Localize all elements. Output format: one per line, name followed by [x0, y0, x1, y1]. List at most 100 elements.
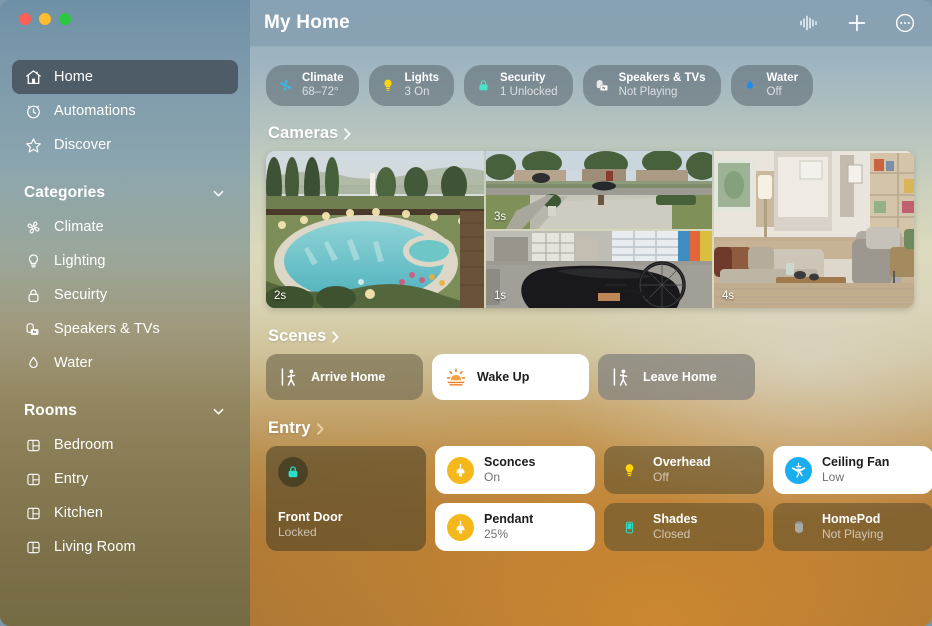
camera-tile-pool[interactable]: 2s	[266, 151, 484, 309]
zoom-window-button[interactable]	[59, 13, 71, 25]
sidebar-section-rooms-header[interactable]: Rooms	[12, 396, 238, 426]
sidebar-item-label: Secuirty	[54, 287, 108, 303]
sidebar-item-label: Lighting	[54, 253, 106, 269]
sidebar: Home Automations Discover Categories Cli…	[0, 0, 250, 626]
chevron-down-icon[interactable]	[212, 405, 225, 418]
scene-wake-up[interactable]: Wake Up	[432, 354, 589, 401]
sidebar-item-speakers-tvs[interactable]: tv Speakers & TVs	[12, 312, 238, 346]
sidebar-item-home[interactable]: Home	[12, 60, 238, 94]
camera-tile-driveway[interactable]: 3s	[486, 151, 712, 229]
sidebar-item-water[interactable]: Water	[12, 346, 238, 380]
room-icon	[24, 436, 43, 455]
accessory-name: Overhead	[653, 455, 711, 470]
status-pill-name: Security	[500, 72, 546, 84]
lock-icon	[475, 77, 492, 94]
home-dashboard: Climate 68–72° Lights 3 On Security 1 Un…	[250, 47, 932, 552]
cameras-grid: 2s 3s 1s 4s	[266, 151, 914, 309]
sidebar-item-label: Home	[54, 69, 94, 85]
status-pill-lights[interactable]: Lights 3 On	[368, 65, 455, 107]
sidebar-item-climate[interactable]: Climate	[12, 210, 238, 244]
accessory-homepod[interactable]: HomePod Not Playing	[773, 503, 932, 552]
home-app-window: Home Automations Discover Categories Cli…	[0, 0, 932, 626]
room-icon	[24, 470, 43, 489]
person-arrive-icon	[280, 366, 300, 388]
accessory-overhead[interactable]: Overhead Off	[604, 446, 764, 495]
accessory-shades[interactable]: Shades Closed	[604, 503, 764, 552]
fan-icon	[277, 77, 294, 94]
section-title: Scenes	[268, 327, 327, 346]
sidebar-navigation: Home Automations Discover Categories Cli…	[0, 36, 250, 564]
status-pill-speakers-tvs[interactable]: tv Speakers & TVs Not Playing	[582, 65, 721, 107]
sunrise-icon	[446, 366, 466, 388]
accessory-sconces[interactable]: Sconces On	[435, 446, 595, 495]
scenes-section-header[interactable]: Scenes	[268, 327, 914, 346]
sidebar-item-discover[interactable]: Discover	[12, 128, 238, 162]
sidebar-item-label: Climate	[54, 219, 104, 235]
star-icon	[24, 136, 43, 155]
pendant-lamp-icon	[447, 513, 474, 541]
accessory-ceiling-fan[interactable]: Ceiling Fan Low	[773, 446, 932, 495]
accessory-state: Low	[822, 470, 845, 485]
status-pill-state: 3 On	[404, 85, 430, 98]
status-pill-state: Off	[766, 85, 782, 98]
ceiling-fan-icon	[785, 456, 812, 484]
scene-label: Leave Home	[643, 370, 717, 385]
titlebar-actions	[798, 12, 916, 34]
accessory-state: Locked	[278, 524, 317, 539]
chevron-down-icon[interactable]	[212, 187, 225, 200]
camera-timestamp: 3s	[494, 210, 507, 223]
clock-icon	[24, 102, 43, 121]
accessory-pendant[interactable]: Pendant 25%	[435, 503, 595, 552]
accessory-name: HomePod	[822, 512, 881, 527]
accessory-state: 25%	[484, 527, 509, 542]
entry-section-header[interactable]: Entry	[268, 419, 914, 438]
accessory-state: On	[484, 470, 501, 485]
more-ellipsis-icon[interactable]	[894, 12, 916, 34]
sidebar-item-automations[interactable]: Automations	[12, 94, 238, 128]
sidebar-item-kitchen[interactable]: Kitchen	[12, 496, 238, 530]
lock-icon	[24, 286, 43, 305]
status-pill-name: Water	[766, 72, 799, 84]
speaker-tv-icon: tv	[594, 77, 611, 94]
cameras-section-header[interactable]: Cameras	[268, 124, 914, 143]
plus-icon[interactable]	[846, 12, 868, 34]
status-pill-state: 1 Unlocked	[500, 85, 558, 98]
accessory-front-door[interactable]: Front Door Locked	[266, 446, 426, 552]
sidebar-item-bedroom[interactable]: Bedroom	[12, 428, 238, 462]
sidebar-item-label: Water	[54, 355, 93, 371]
camera-tile-garage[interactable]: 1s	[486, 230, 712, 309]
sidebar-item-label: Kitchen	[54, 505, 104, 521]
main-content: My Home Climate 68–72° Lights 3 On Secur…	[250, 0, 932, 626]
title-bar: My Home	[250, 0, 932, 47]
accessory-name: Ceiling Fan	[822, 455, 890, 470]
status-pill-climate[interactable]: Climate 68–72°	[266, 65, 359, 107]
minimize-window-button[interactable]	[39, 13, 51, 25]
sidebar-section-categories-header[interactable]: Categories	[12, 178, 238, 208]
audio-waveform-icon[interactable]	[798, 12, 820, 34]
window-traffic-lights	[0, 0, 250, 36]
sidebar-item-lighting[interactable]: Lighting	[12, 244, 238, 278]
sidebar-item-living-room[interactable]: Living Room	[12, 530, 238, 564]
camera-timestamp: 4s	[722, 290, 735, 303]
bulb-icon	[380, 77, 397, 94]
sidebar-item-security[interactable]: Secuirty	[12, 278, 238, 312]
accessory-name: Front Door	[278, 509, 343, 524]
svg-text:tv: tv	[33, 330, 36, 334]
scene-leave-home[interactable]: Leave Home	[598, 354, 755, 401]
droplet-icon	[24, 354, 43, 373]
svg-text:tv: tv	[602, 86, 605, 90]
accessory-name: Sconces	[484, 455, 536, 470]
sidebar-item-entry[interactable]: Entry	[12, 462, 238, 496]
status-pill-security[interactable]: Security 1 Unlocked	[464, 65, 573, 107]
chevron-right-icon[interactable]	[316, 422, 325, 436]
chevron-right-icon[interactable]	[343, 127, 352, 141]
chevron-right-icon[interactable]	[331, 330, 340, 344]
close-window-button[interactable]	[19, 13, 31, 25]
scene-arrive-home[interactable]: Arrive Home	[266, 354, 423, 401]
status-pill-state: 68–72°	[302, 85, 339, 98]
entry-accessories-grid: Front Door Locked Sconces On Overhead Of…	[266, 446, 932, 552]
status-pill-water[interactable]: Water Off	[730, 65, 814, 107]
camera-tile-living-room[interactable]: 4s	[714, 151, 914, 309]
shade-icon	[616, 514, 643, 541]
status-pill-name: Lights	[404, 72, 440, 84]
